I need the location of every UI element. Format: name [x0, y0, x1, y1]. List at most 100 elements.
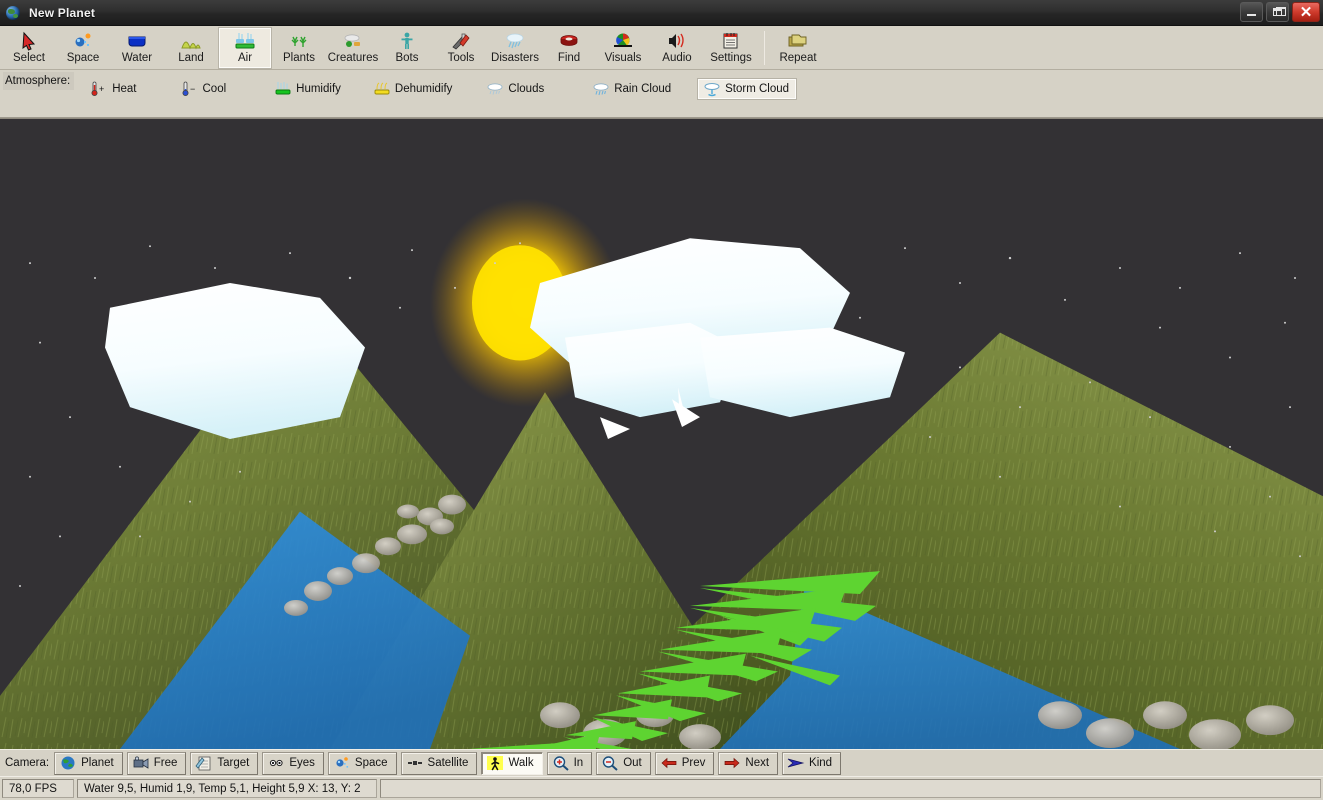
atmosphere-button-heat[interactable]: + Heat	[86, 78, 144, 100]
camera-button-eyes[interactable]: Eyes	[262, 751, 324, 775]
atmosphere-button-dehumidify[interactable]: Dehumidify	[369, 78, 461, 100]
camera-label: Free	[153, 757, 178, 769]
toolbar-label: Settings	[710, 52, 752, 64]
trees-icon	[287, 31, 311, 51]
dehumidifier-icon	[373, 81, 391, 97]
storm-icon	[503, 31, 527, 51]
minimize-button[interactable]	[1240, 2, 1263, 22]
camcorder-icon	[132, 755, 150, 771]
camera-button-prev[interactable]: Prev	[654, 751, 715, 775]
storm-cloud-icon	[703, 81, 721, 97]
tools-icon	[449, 31, 473, 51]
toolbar-label: Water	[121, 52, 153, 64]
toolbar-button-space[interactable]: Space	[56, 27, 110, 69]
toolbar-button-land[interactable]: Land	[164, 27, 218, 69]
toolbar-label: Creatures	[327, 52, 379, 64]
zoom-out-icon	[601, 755, 619, 771]
toolbar-button-water[interactable]: Water	[110, 27, 164, 69]
camera-button-satellite[interactable]: Satellite	[400, 751, 478, 775]
scene-render	[0, 119, 1323, 749]
camera-button-space[interactable]: Space	[327, 751, 397, 775]
camera-label: Eyes	[289, 757, 315, 769]
hills-icon	[179, 31, 203, 51]
target-page-icon	[195, 755, 213, 771]
camera-button-kind[interactable]: Kind	[782, 751, 842, 775]
toolbar-button-disasters[interactable]: Disasters	[488, 27, 542, 69]
camera-button-walk[interactable]: Walk	[481, 751, 543, 775]
3d-planet-viewport[interactable]	[0, 118, 1323, 749]
atmosphere-label: Heat	[112, 82, 137, 95]
toolbar-label: Tools	[447, 52, 475, 64]
camera-label: Next	[745, 757, 770, 769]
window-title: New Planet	[29, 5, 96, 20]
toolbar-button-tools[interactable]: Tools	[434, 27, 488, 69]
toolbar-label: Audio	[662, 52, 692, 64]
atmosphere-button-storm-cloud[interactable]: Storm Cloud	[697, 77, 798, 100]
toolbar-label: Plants	[283, 52, 315, 64]
atmosphere-button-rain-cloud[interactable]: Rain Cloud	[588, 78, 679, 100]
restore-button[interactable]	[1266, 2, 1289, 22]
atmosphere-button-humidify[interactable]: Humidify	[270, 78, 349, 100]
stack-folder-icon	[786, 31, 810, 51]
speaker-icon	[665, 31, 689, 51]
thermometer-minus-icon: −	[181, 81, 199, 97]
atmosphere-button-clouds[interactable]: Clouds	[482, 78, 552, 100]
camera-label: Satellite	[427, 757, 469, 769]
camera-label: Target	[217, 757, 250, 769]
atmosphere-toolbar: Atmosphere: + Heat − Cool Humidify Dehum…	[0, 70, 1323, 118]
camera-button-zoom-in[interactable]: In	[546, 751, 593, 775]
camera-label: Prev	[681, 757, 706, 769]
status-fps: 78,0 FPS	[2, 779, 74, 798]
title-bar: New Planet ✕	[0, 0, 1323, 26]
toolbar-button-repeat[interactable]: Repeat	[771, 27, 825, 69]
camera-button-free[interactable]: Free	[126, 751, 187, 775]
arrow-left-icon	[660, 755, 678, 771]
camera-button-planet[interactable]: Planet	[54, 751, 123, 775]
camera-toolbar: Camera: Planet Free Target Eyes Space Sa…	[0, 749, 1323, 776]
humidifier-icon	[274, 81, 292, 97]
atmosphere-group-label: Atmosphere:	[3, 72, 75, 90]
comet-icon	[333, 755, 351, 771]
camera-button-zoom-out[interactable]: Out	[596, 751, 651, 775]
toolbar-button-air[interactable]: Air	[218, 27, 272, 69]
camera-button-next[interactable]: Next	[718, 751, 779, 775]
toolbar-button-audio[interactable]: Audio	[650, 27, 704, 69]
magnify-book-icon	[557, 31, 581, 51]
window-controls: ✕	[1240, 2, 1320, 22]
toolbar-button-select[interactable]: Select	[2, 27, 56, 69]
toolbar-button-find[interactable]: Find	[542, 27, 596, 69]
rain-cloud-icon	[592, 81, 610, 97]
atmosphere-button-cool[interactable]: − Cool	[177, 78, 235, 100]
camera-label: Planet	[81, 757, 114, 769]
camera-group-label: Camera:	[5, 757, 50, 769]
air-sprinkler-icon	[233, 31, 257, 51]
toolbar-button-visuals[interactable]: Visuals	[596, 27, 650, 69]
toolbar-label: Bots	[395, 52, 419, 64]
status-extra	[380, 779, 1321, 798]
cloud-icon	[486, 81, 504, 97]
camera-label: Walk	[508, 757, 534, 769]
svg-text:−: −	[190, 84, 195, 94]
toolbar-button-creatures[interactable]: Creatures	[326, 27, 380, 69]
toolbar-label: Select	[13, 52, 45, 64]
toolbar-label: Space	[66, 52, 100, 64]
arrow-right-icon	[723, 755, 741, 771]
globe-icon	[6, 5, 22, 21]
application-window: New Planet ✕ Select Space Water Land Air…	[0, 0, 1323, 800]
status-info: Water 9,5, Humid 1,9, Temp 5,1, Height 5…	[77, 779, 377, 798]
toolbar-button-bots[interactable]: Bots	[380, 27, 434, 69]
toolbar-label: Air	[237, 52, 253, 64]
camera-button-target[interactable]: Target	[190, 751, 259, 775]
color-wheel-icon	[611, 31, 635, 51]
toolbar-label: Find	[557, 52, 581, 64]
status-bar: 78,0 FPS Water 9,5, Humid 1,9, Temp 5,1,…	[0, 776, 1323, 800]
toolbar-separator	[764, 31, 765, 65]
comet-icon	[71, 31, 95, 51]
walking-man-icon	[486, 755, 504, 771]
toolbar-button-plants[interactable]: Plants	[272, 27, 326, 69]
toolbar-button-settings[interactable]: Settings	[704, 27, 758, 69]
toolbar-label: Repeat	[779, 52, 817, 64]
close-button[interactable]: ✕	[1292, 2, 1320, 22]
zoom-in-icon	[552, 755, 570, 771]
arrow-kind-icon	[787, 755, 805, 771]
